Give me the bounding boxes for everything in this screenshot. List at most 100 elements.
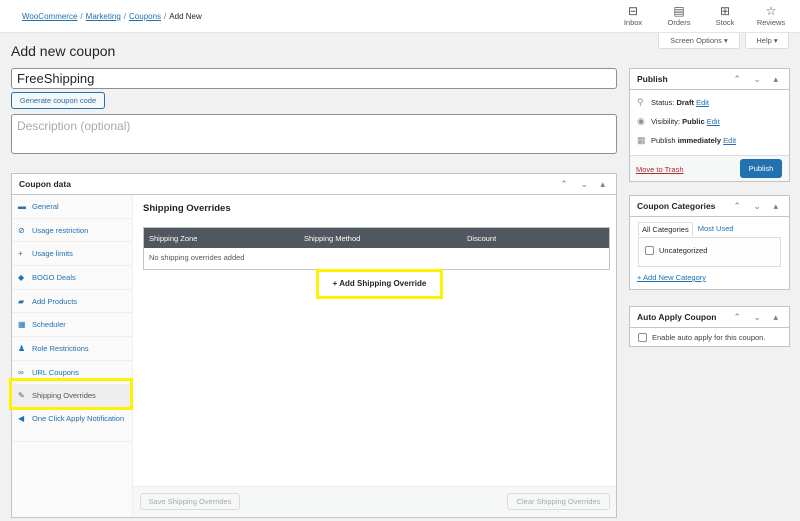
tab-label: BOGO Deals xyxy=(32,272,76,282)
tab-bogo-deals[interactable]: ◆ BOGO Deals xyxy=(12,266,132,290)
breadcrumb: WooCommerce / Marketing / Coupons / Add New xyxy=(22,12,202,21)
activity-label: Stock xyxy=(715,18,735,27)
orders-icon: ▤ xyxy=(673,4,685,18)
activity-label: Reviews xyxy=(756,18,786,27)
edit-status-link[interactable]: Edit xyxy=(696,98,709,107)
activity-orders[interactable]: ▤ Orders xyxy=(656,4,702,27)
column-discount: Discount xyxy=(467,233,497,243)
panel-controls[interactable]: ⌃ ⌄ ▴ xyxy=(560,174,610,194)
tab-label: General xyxy=(32,201,59,211)
publish-button[interactable]: Publish xyxy=(740,159,782,178)
status-value: Draft xyxy=(676,98,694,107)
page-title: Add new coupon xyxy=(11,43,116,59)
status-row: ⚲ Status: Draft Edit xyxy=(630,93,789,112)
add-shipping-override-button[interactable]: + Add Shipping Override xyxy=(316,269,443,299)
visibility-row: ◉ Visibility: Public Edit xyxy=(630,112,789,131)
panel-controls[interactable]: ⌃ ⌄ ▴ xyxy=(733,196,783,216)
panel-controls[interactable]: ⌃ ⌄ ▴ xyxy=(733,307,783,327)
screen-options-button[interactable]: Screen Options ▾ xyxy=(658,33,740,49)
empty-row: No shipping overrides added xyxy=(144,248,609,269)
panel-header: Auto Apply Coupon ⌃ ⌄ ▴ xyxy=(630,307,789,328)
panel-title: Coupon Categories xyxy=(637,201,716,211)
tab-label: Scheduler xyxy=(32,320,66,330)
publish-value: immediately xyxy=(677,136,722,145)
coupon-code-input[interactable]: FreeShipping xyxy=(11,68,617,89)
column-shipping-method: Shipping Method xyxy=(304,233,361,243)
category-tabs: All Categories Most Used xyxy=(638,222,739,236)
activity-stock[interactable]: ⊞ Stock xyxy=(702,4,748,27)
tab-role-restrictions[interactable]: ♟ Role Restrictions xyxy=(12,337,132,361)
clear-shipping-overrides-button[interactable]: Clear Shipping Overrides xyxy=(507,493,610,510)
tab-add-products[interactable]: ▰ Add Products xyxy=(12,290,132,314)
tab-label: URL Coupons xyxy=(32,367,79,377)
panel-header: Coupon data ⌃ ⌄ ▴ xyxy=(12,174,616,195)
save-shipping-overrides-button[interactable]: Save Shipping Overrides xyxy=(140,493,240,510)
uncategorized-checkbox[interactable] xyxy=(645,246,654,255)
bogo-icon: ◆ xyxy=(18,272,25,282)
calendar-icon: ▦ xyxy=(18,320,26,330)
tab-label: One Click Apply Notification xyxy=(32,414,125,424)
products-icon: ▰ xyxy=(18,296,25,306)
visibility-value: Public xyxy=(682,117,705,126)
tab-usage-limits[interactable]: + Usage limits xyxy=(12,242,132,267)
tab-scheduler[interactable]: ▦ Scheduler xyxy=(12,313,132,338)
pin-icon: ⚲ xyxy=(637,97,644,107)
shipping-overrides-table: Shipping Zone Shipping Method Discount N… xyxy=(143,227,610,270)
breadcrumb-coupons[interactable]: Coupons xyxy=(129,12,161,21)
calendar-icon: ▦ xyxy=(637,135,646,145)
activity-label: Orders xyxy=(667,18,691,27)
link-icon: ∞ xyxy=(18,367,24,377)
publish-actions: Move to Trash Publish xyxy=(630,155,789,181)
breadcrumb-separator: / xyxy=(164,12,167,21)
panel-footer: Save Shipping Overrides Clear Shipping O… xyxy=(133,486,616,517)
breadcrumb-separator: / xyxy=(123,12,127,21)
activity-reviews[interactable]: ☆ Reviews xyxy=(748,4,794,27)
move-to-trash-link[interactable]: Move to Trash xyxy=(636,165,684,174)
edit-visibility-link[interactable]: Edit xyxy=(707,117,720,126)
category-list: Uncategorized xyxy=(638,237,781,267)
activity-label: Inbox xyxy=(623,18,643,27)
user-icon: ♟ xyxy=(18,343,26,353)
shipping-overrides-panel: Shipping Overrides Shipping Zone Shippin… xyxy=(133,195,616,517)
ticket-icon: ▬ xyxy=(18,201,26,211)
table-header: Shipping Zone Shipping Method Discount xyxy=(144,228,609,248)
help-button[interactable]: Help ▾ xyxy=(745,33,789,49)
tab-usage-restriction[interactable]: ⊘ Usage restriction xyxy=(12,219,132,243)
breadcrumb-woocommerce[interactable]: WooCommerce xyxy=(22,12,77,21)
reviews-icon: ☆ xyxy=(765,4,777,18)
breadcrumb-marketing[interactable]: Marketing xyxy=(86,12,121,21)
activity-panel: ⊟ Inbox ▤ Orders ⊞ Stock ☆ Reviews xyxy=(610,4,794,27)
description-textarea[interactable]: Description (optional) xyxy=(11,114,617,154)
panel-title: Coupon data xyxy=(19,179,71,189)
edit-publish-link[interactable]: Edit xyxy=(723,136,736,145)
restriction-icon: ⊘ xyxy=(18,225,25,235)
tab-label: Usage limits xyxy=(32,249,73,259)
section-title: Shipping Overrides xyxy=(143,203,231,214)
stock-icon: ⊞ xyxy=(719,4,731,18)
coupon-data-tabs: ▬ General ⊘ Usage restriction + Usage limit… xyxy=(12,195,133,517)
limits-icon: + xyxy=(18,249,23,259)
activity-inbox[interactable]: ⊟ Inbox xyxy=(610,4,656,27)
auto-apply-label: Enable auto apply for this coupon. xyxy=(652,333,766,342)
status-label: Status: xyxy=(651,98,675,107)
eye-icon: ◉ xyxy=(637,116,645,126)
panel-title: Auto Apply Coupon xyxy=(637,312,717,322)
highlight-box xyxy=(9,378,133,410)
publish-label: Publish xyxy=(651,136,676,145)
panel-header: Coupon Categories ⌃ ⌄ ▴ xyxy=(630,196,789,217)
coupon-data-panel: Coupon data ⌃ ⌄ ▴ ▬ General ⊘ Usage restric… xyxy=(11,173,617,518)
breadcrumb-current: Add New xyxy=(169,12,202,21)
auto-apply-row: Enable auto apply for this coupon. xyxy=(630,328,789,342)
generate-coupon-code-button[interactable]: Generate coupon code xyxy=(11,92,105,109)
coupon-categories-panel: Coupon Categories ⌃ ⌄ ▴ All Categories Mo… xyxy=(629,195,790,290)
breadcrumb-separator: / xyxy=(80,12,83,21)
tab-label: Role Restrictions xyxy=(32,343,89,353)
tab-most-used[interactable]: Most Used xyxy=(693,222,739,236)
tab-all-categories[interactable]: All Categories xyxy=(638,222,693,236)
auto-apply-panel: Auto Apply Coupon ⌃ ⌄ ▴ Enable auto apply… xyxy=(629,306,790,347)
tab-one-click-apply[interactable]: ◀ One Click Apply Notification xyxy=(12,408,132,443)
panel-controls[interactable]: ⌃ ⌄ ▴ xyxy=(733,69,783,89)
add-new-category-link[interactable]: + Add New Category xyxy=(637,273,706,282)
auto-apply-checkbox[interactable] xyxy=(638,333,647,342)
tab-general[interactable]: ▬ General xyxy=(12,195,132,219)
